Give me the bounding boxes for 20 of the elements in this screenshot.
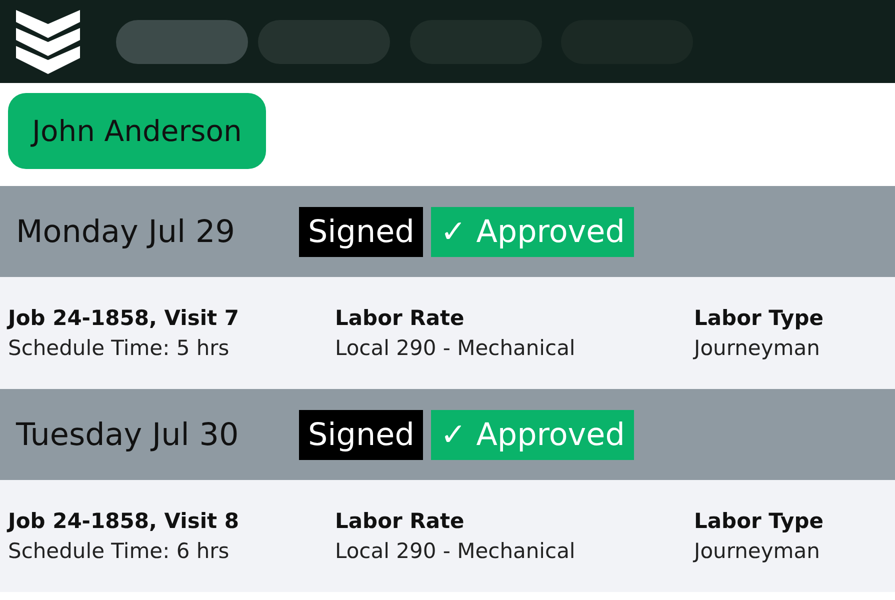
labor-rate: Local 290 - Mechanical [335,336,576,360]
schedule-time: Schedule Time: 5 hrs [8,336,230,360]
field-label: Labor Type [694,509,824,533]
approved-badge: ✓ Approved [431,410,634,460]
day-date: Monday Jul 29 [16,214,236,250]
approved-badge: ✓ Approved [431,206,634,256]
job-title: Job 24-1858, Visit 7 [8,306,240,330]
labor-type: Journeyman [694,336,821,360]
field-label: Labor Rate [335,509,466,533]
field-label: Labor Rate [335,306,466,330]
employee-button[interactable]: John Anderson [8,93,266,169]
labor-type: Journeyman [694,539,821,563]
labor-rate: Local 290 - Mechanical [335,539,576,563]
job-title: Job 24-1858, Visit 8 [8,509,240,533]
signed-badge: Signed [299,410,424,460]
field-label: Labor Type [694,306,824,330]
schedule-time: Schedule Time: 6 hrs [8,539,230,563]
day-date: Tuesday Jul 30 [16,416,240,452]
signed-badge: Signed [299,206,424,256]
chevron-logo-icon [16,10,80,74]
